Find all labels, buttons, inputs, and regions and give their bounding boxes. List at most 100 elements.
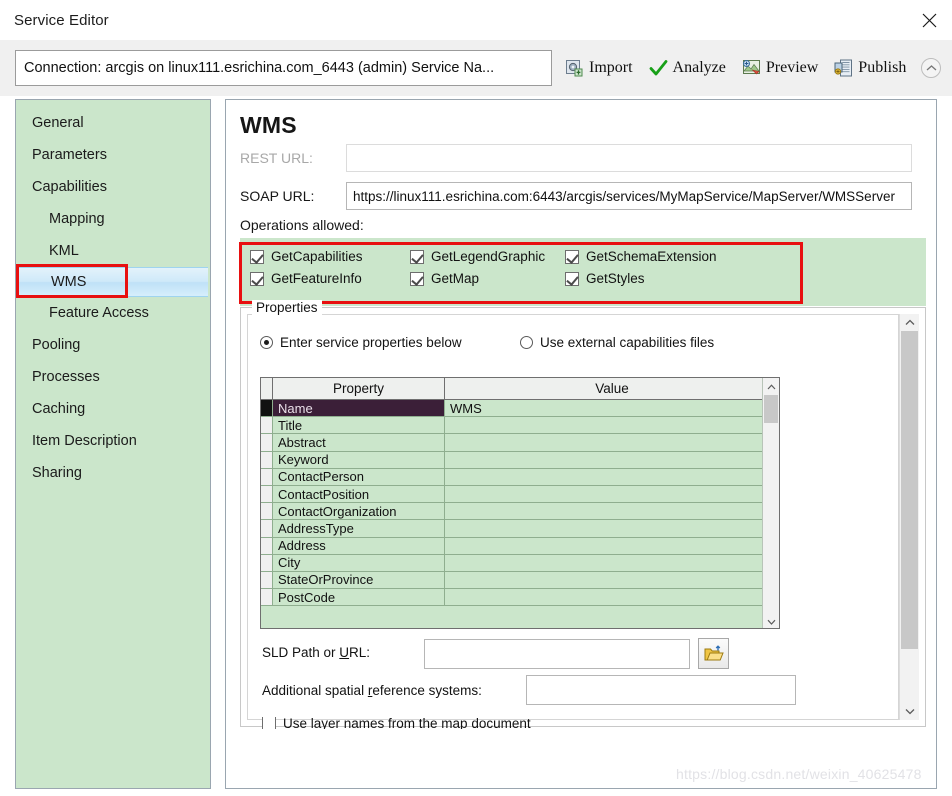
checkbox-getstyles[interactable]: GetStyles bbox=[565, 268, 735, 289]
row-selector[interactable] bbox=[261, 571, 273, 589]
cell-value bbox=[445, 452, 779, 468]
sld-label-post: RL: bbox=[349, 645, 371, 660]
sidebar-item-feature-access[interactable]: Feature Access bbox=[16, 297, 210, 329]
scroll-down-button[interactable] bbox=[900, 703, 919, 720]
table-row[interactable]: Address bbox=[261, 537, 779, 555]
rest-url-label: REST URL: bbox=[240, 150, 313, 166]
additional-srs-field[interactable] bbox=[526, 675, 796, 705]
srs-label-pre: Additional spatial bbox=[262, 683, 368, 698]
cell-value: WMS bbox=[445, 400, 779, 417]
connection-text: Connection: arcgis on linux111.esrichina… bbox=[24, 60, 495, 76]
sidebar-item-caching[interactable]: Caching bbox=[16, 393, 210, 425]
operations-checkbox-grid: GetCapabilities GetLegendGraphic GetSche… bbox=[250, 246, 735, 289]
sidebar-item-sharing[interactable]: Sharing bbox=[16, 457, 210, 489]
table-row[interactable]: Title bbox=[261, 417, 779, 435]
radio-use-external-capabilities[interactable]: Use external capabilities files bbox=[520, 335, 714, 350]
checkbox-getschemaextension[interactable]: GetSchemaExtension bbox=[565, 246, 735, 267]
rest-url-field[interactable] bbox=[346, 144, 912, 172]
table-scrollbar-track[interactable] bbox=[763, 395, 779, 613]
analyze-button[interactable]: Analyze bbox=[642, 55, 733, 82]
sidebar-item-capabilities[interactable]: Capabilities bbox=[16, 171, 210, 203]
checkbox-getfeatureinfo[interactable]: GetFeatureInfo bbox=[250, 268, 410, 289]
table-row[interactable]: Name WMS bbox=[261, 400, 779, 418]
table-scroll-down-button[interactable] bbox=[763, 613, 779, 628]
sidebar-item-general[interactable]: General bbox=[16, 107, 210, 139]
sidebar-label: Item Description bbox=[32, 433, 137, 449]
sld-browse-button[interactable] bbox=[698, 638, 729, 669]
preview-button[interactable]: Preview bbox=[735, 55, 825, 82]
table-row[interactable]: ContactPerson bbox=[261, 468, 779, 486]
table-row[interactable]: City bbox=[261, 554, 779, 572]
row-selector[interactable] bbox=[261, 520, 273, 537]
cell-property: ContactPerson bbox=[273, 468, 445, 485]
properties-table: Property Value Name WMS Title Abstract K… bbox=[260, 377, 780, 629]
checkbox-label: GetFeatureInfo bbox=[271, 271, 362, 286]
checkbox-getcapabilities[interactable]: GetCapabilities bbox=[250, 246, 410, 267]
row-selector[interactable] bbox=[261, 485, 273, 503]
checkbox-label: Use layer names from the map document bbox=[283, 717, 531, 729]
table-row[interactable]: ContactOrganization bbox=[261, 503, 779, 521]
properties-group-label: Properties bbox=[252, 300, 322, 315]
radio-enter-service-properties[interactable]: Enter service properties below bbox=[260, 335, 462, 350]
scrollbar-track[interactable] bbox=[900, 331, 919, 703]
row-selector-header bbox=[261, 378, 273, 399]
row-selector[interactable] bbox=[261, 434, 273, 451]
properties-scrollbar[interactable] bbox=[899, 314, 919, 720]
sidebar-item-item-description[interactable]: Item Description bbox=[16, 425, 210, 457]
checkbox-label: GetCapabilities bbox=[271, 249, 363, 264]
collapse-toolbar-button[interactable] bbox=[921, 58, 942, 78]
cell-property: City bbox=[273, 554, 445, 571]
row-selector[interactable] bbox=[261, 503, 273, 520]
close-button[interactable] bbox=[906, 0, 952, 40]
publish-button[interactable]: Publish bbox=[827, 55, 913, 82]
additional-srs-label: Additional spatial reference systems: bbox=[262, 683, 482, 698]
sidebar-label: Caching bbox=[32, 401, 86, 417]
cell-value bbox=[445, 417, 779, 433]
table-scrollbar[interactable] bbox=[762, 378, 779, 628]
sidebar-item-kml[interactable]: KML bbox=[16, 235, 210, 267]
import-button[interactable]: Import bbox=[558, 55, 640, 82]
cell-value bbox=[445, 503, 779, 519]
table-row[interactable]: StateOrProvince bbox=[261, 571, 779, 590]
sidebar-item-pooling[interactable]: Pooling bbox=[16, 329, 210, 361]
publish-label: Publish bbox=[858, 59, 907, 76]
sld-path-field[interactable] bbox=[424, 639, 690, 669]
table-scrollbar-thumb[interactable] bbox=[764, 395, 778, 423]
row-selector[interactable] bbox=[261, 400, 273, 417]
scroll-up-button[interactable] bbox=[900, 314, 919, 331]
sidebar-label: Mapping bbox=[49, 211, 105, 227]
row-selector[interactable] bbox=[261, 451, 273, 468]
properties-group-box: Enter service properties below Use exter… bbox=[240, 307, 926, 729]
close-icon bbox=[922, 13, 936, 27]
row-selector[interactable] bbox=[261, 554, 273, 571]
row-selector[interactable] bbox=[261, 589, 273, 606]
sidebar-item-mapping[interactable]: Mapping bbox=[16, 203, 210, 235]
checkbox-getmap[interactable]: GetMap bbox=[410, 268, 565, 289]
checkbox-label: GetMap bbox=[431, 271, 480, 286]
radio-label: Use external capabilities files bbox=[540, 335, 715, 350]
table-header-row: Property Value bbox=[261, 378, 779, 400]
scrollbar-thumb[interactable] bbox=[901, 331, 918, 649]
checkbox-use-layer-names[interactable]: Use layer names from the map document bbox=[262, 717, 531, 729]
rest-url-row: REST URL: bbox=[240, 150, 346, 166]
row-selector[interactable] bbox=[261, 537, 273, 554]
table-scroll-up-button[interactable] bbox=[763, 378, 779, 395]
table-row[interactable]: ContactPosition bbox=[261, 485, 779, 504]
checkbox-getlegendgraphic[interactable]: GetLegendGraphic bbox=[410, 246, 565, 267]
sld-label-accesskey: U bbox=[339, 645, 350, 660]
sidebar-item-processes[interactable]: Processes bbox=[16, 361, 210, 393]
connection-field[interactable]: Connection: arcgis on linux111.esrichina… bbox=[15, 50, 552, 86]
cell-property: Title bbox=[273, 417, 445, 434]
sidebar-item-wms[interactable]: WMS bbox=[16, 264, 208, 298]
sidebar-label: Sharing bbox=[32, 465, 82, 481]
checkbox-label: GetStyles bbox=[586, 271, 645, 286]
row-selector[interactable] bbox=[261, 468, 273, 485]
row-selector[interactable] bbox=[261, 417, 273, 434]
check-icon bbox=[649, 59, 668, 78]
table-row[interactable]: PostCode bbox=[261, 589, 779, 607]
sidebar-item-parameters[interactable]: Parameters bbox=[16, 139, 210, 171]
table-row[interactable]: Abstract bbox=[261, 434, 779, 452]
soap-url-field[interactable]: https://linux111.esrichina.com:6443/arcg… bbox=[346, 182, 912, 210]
table-row[interactable]: Keyword bbox=[261, 451, 779, 469]
table-row[interactable]: AddressType bbox=[261, 520, 779, 538]
